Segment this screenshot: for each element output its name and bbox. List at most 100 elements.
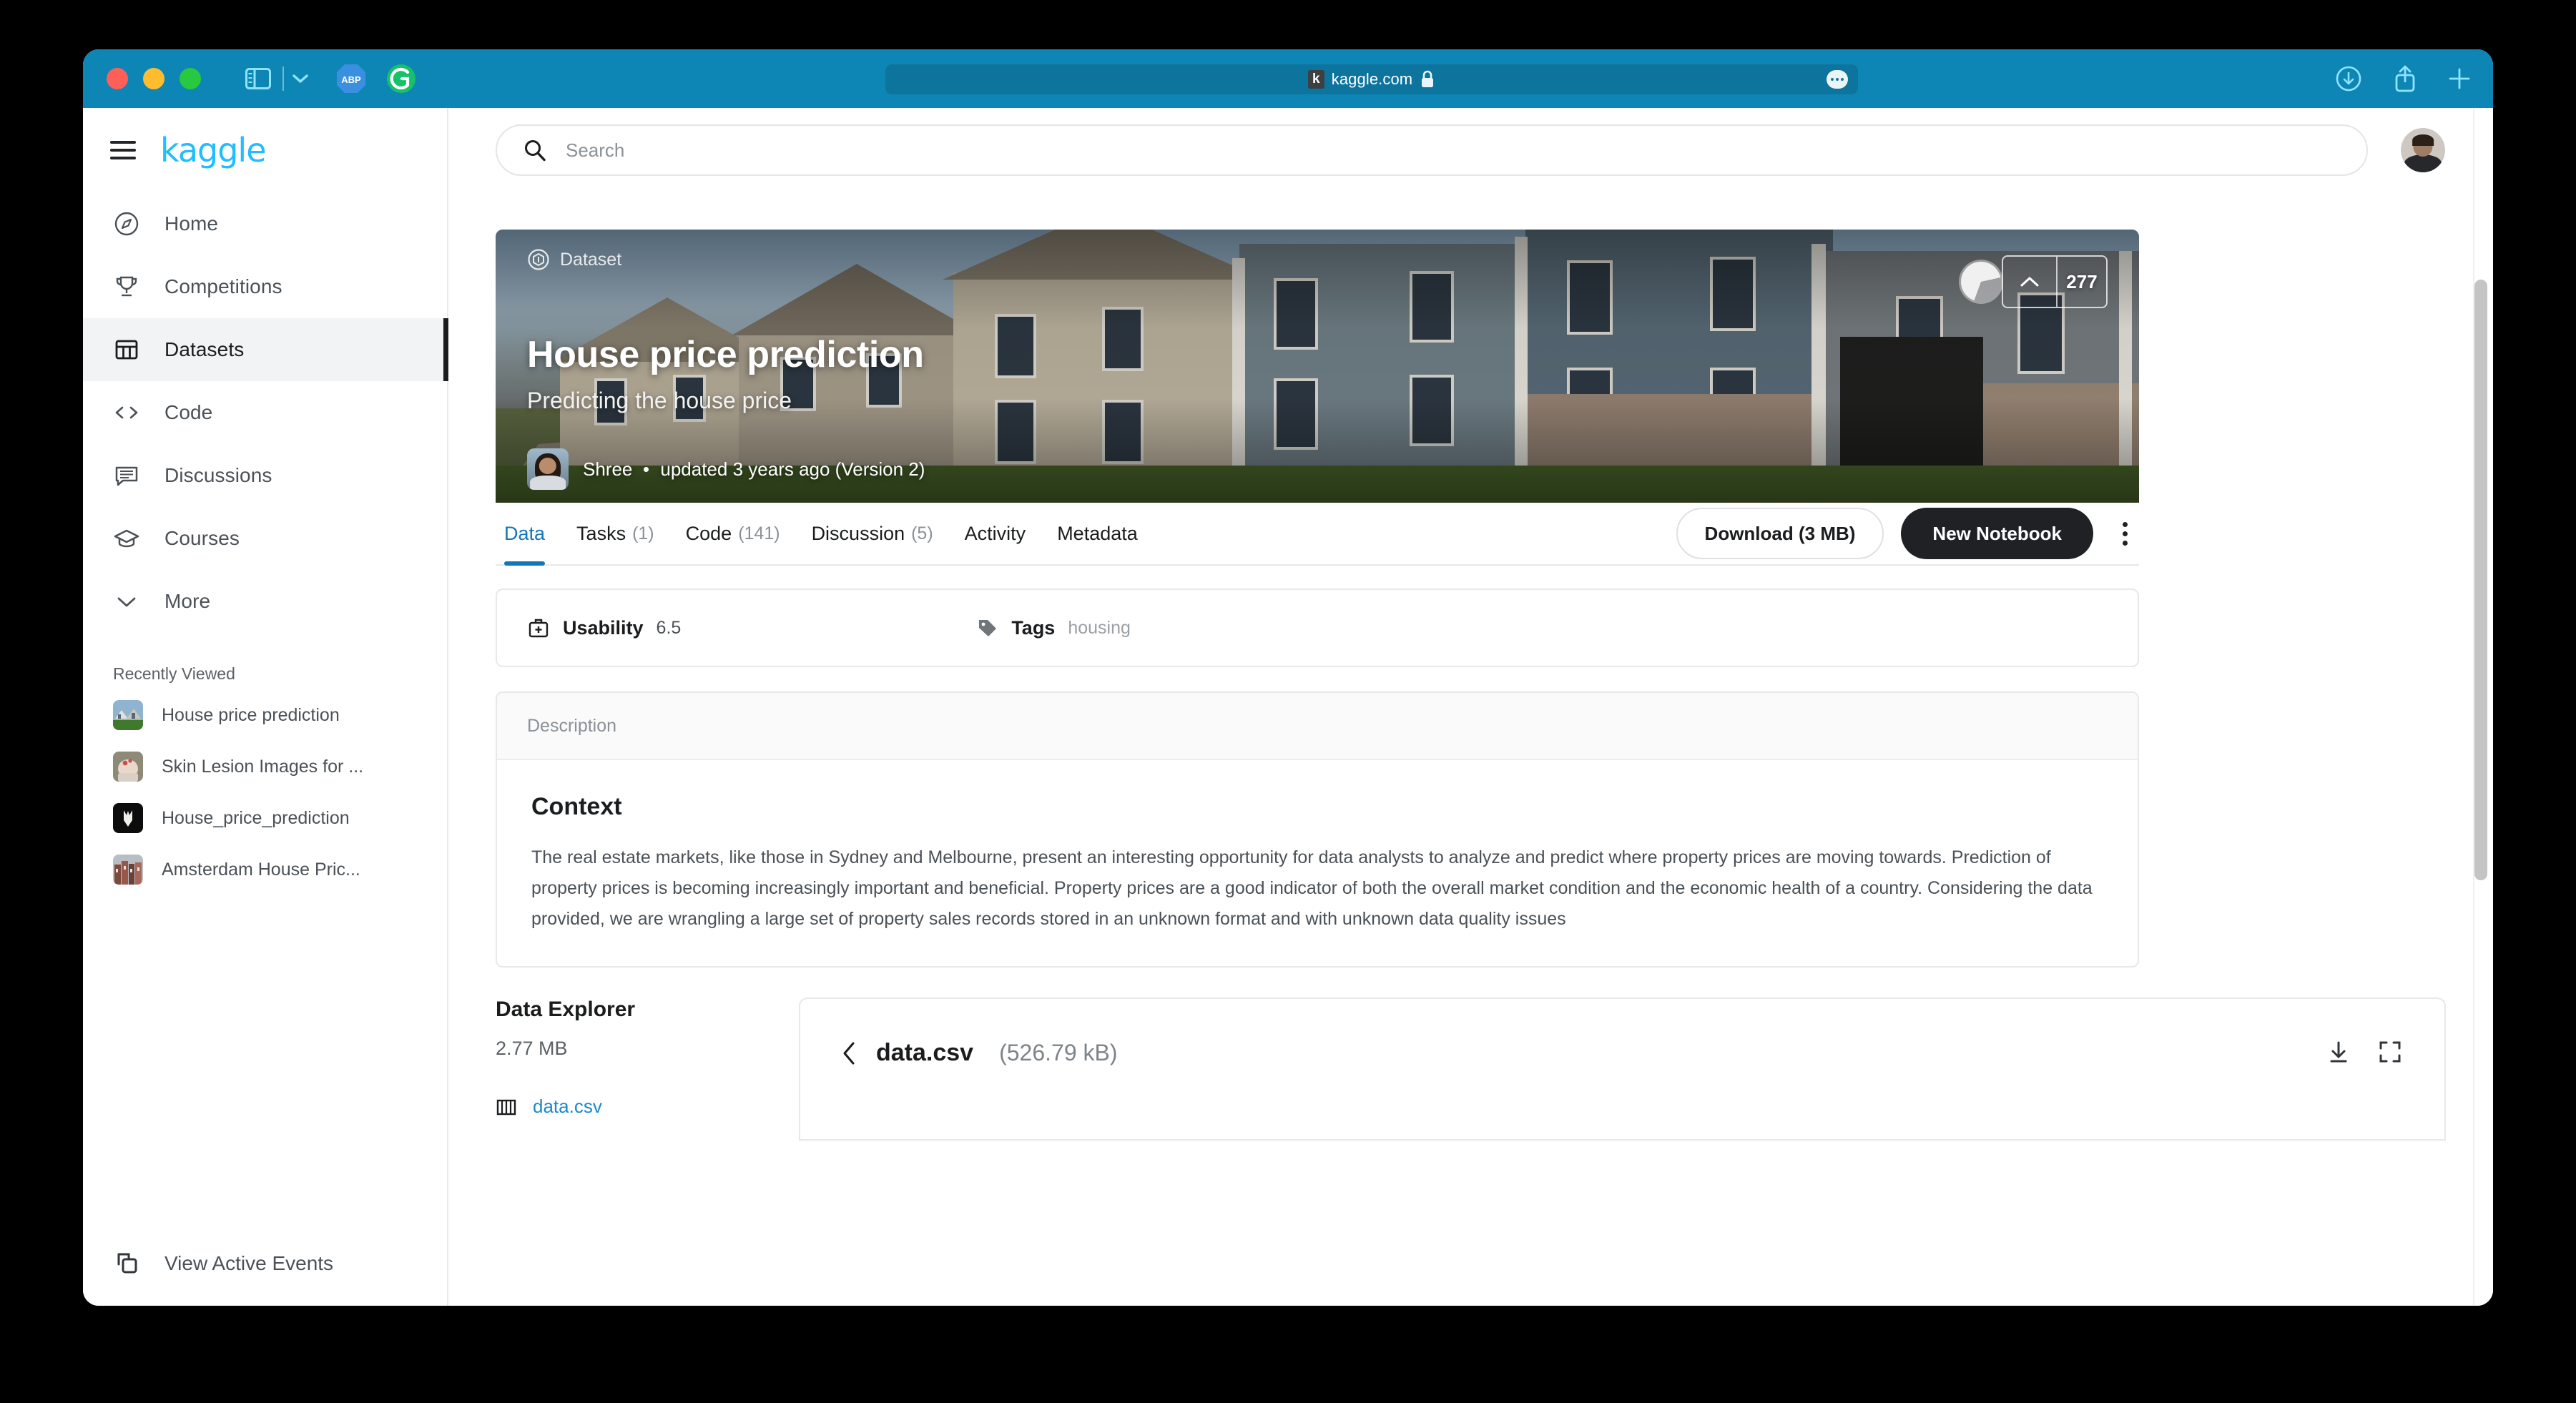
upvote-chevron-icon xyxy=(2003,273,2056,290)
file-name: data.csv xyxy=(876,1039,974,1066)
usability-label: Usability xyxy=(563,616,644,639)
site-favicon: k xyxy=(1307,70,1324,89)
fullscreen-icon[interactable] xyxy=(2377,1039,2403,1065)
view-active-events-button[interactable]: View Active Events xyxy=(83,1231,447,1296)
scrollbar-thumb[interactable] xyxy=(2474,280,2487,880)
page-scrollbar[interactable] xyxy=(2473,108,2489,1306)
dataset-actions: Download (3 MB) New Notebook xyxy=(1676,508,2139,559)
download-button[interactable]: Download (3 MB) xyxy=(1676,508,1884,559)
new-notebook-button[interactable]: New Notebook xyxy=(1901,508,2093,559)
dataset-hero-banner: Dataset House price prediction Predictin… xyxy=(496,230,2139,503)
page-menu-icon[interactable] xyxy=(1827,70,1848,89)
kaggle-logo[interactable]: kaggle xyxy=(160,131,266,169)
chevron-down-icon[interactable] xyxy=(291,72,310,85)
sidebar-item-label: Code xyxy=(164,401,213,423)
tab-activity[interactable]: Activity xyxy=(965,503,1026,564)
sidebar-brand-row: kaggle xyxy=(83,108,447,192)
sidebar-item-discussions[interactable]: Discussions xyxy=(83,444,447,507)
recent-item[interactable]: Skin Lesion Images for ... xyxy=(83,741,447,792)
sidebar-item-courses[interactable]: Courses xyxy=(83,507,447,570)
description-header: Description xyxy=(497,693,2138,760)
user-avatar[interactable] xyxy=(2401,128,2445,172)
layers-icon xyxy=(113,1250,140,1277)
owner-name[interactable]: Shree xyxy=(583,458,632,481)
dataset-thumbnail xyxy=(113,700,143,730)
code-brackets-icon xyxy=(113,399,140,426)
usability-gauge-icon xyxy=(1959,260,2003,304)
tab-label: Code xyxy=(685,522,732,544)
tab-discussion[interactable]: Discussion (5) xyxy=(812,503,933,564)
download-icon[interactable] xyxy=(2326,1039,2351,1065)
owner-meta: Shree updated 3 years ago (Version 2) xyxy=(583,458,925,481)
grammarly-extension-icon[interactable] xyxy=(385,63,417,94)
dataset-type-label: Dataset xyxy=(560,249,622,270)
share-icon[interactable] xyxy=(2393,64,2417,94)
adblock-extension-icon[interactable]: ABP xyxy=(335,63,367,94)
tag-chip[interactable]: housing xyxy=(1068,618,1131,639)
tab-tasks[interactable]: Tasks (1) xyxy=(576,503,654,564)
graduation-cap-icon xyxy=(113,525,140,552)
tags-label: Tags xyxy=(1011,616,1056,639)
usability-block[interactable]: Usability 6.5 xyxy=(527,616,681,639)
chrome-right-actions xyxy=(2334,49,2472,108)
browser-chrome: ABP k kaggle.com xyxy=(83,49,2493,108)
sidebar-item-label: More xyxy=(164,590,211,612)
search-icon xyxy=(523,138,547,162)
address-bar[interactable]: k kaggle.com xyxy=(885,64,1858,94)
chrome-divider xyxy=(282,67,284,91)
recently-viewed-header: Recently Viewed xyxy=(113,664,235,683)
tab-label: Tasks xyxy=(576,522,626,544)
minimize-window-button[interactable] xyxy=(143,68,164,89)
sidebar-toggle-icon[interactable] xyxy=(245,68,271,89)
tab-label: Activity xyxy=(964,522,1026,544)
sidebar-item-competitions[interactable]: Competitions xyxy=(83,255,447,318)
chevron-left-icon[interactable] xyxy=(840,1040,859,1067)
tab-metadata[interactable]: Metadata xyxy=(1057,503,1138,564)
new-tab-icon[interactable] xyxy=(2447,67,2472,91)
file-tree-item[interactable]: data.csv xyxy=(496,1096,799,1118)
top-bar: Search xyxy=(448,108,2493,192)
usability-value: 6.5 xyxy=(656,617,682,638)
owner-avatar[interactable] xyxy=(527,448,569,490)
hamburger-menu-icon[interactable] xyxy=(110,141,136,159)
file-preview-card: data.csv (526.79 kB) xyxy=(799,998,2446,1141)
url-text: kaggle.com xyxy=(1331,70,1413,88)
trophy-icon xyxy=(113,273,140,300)
sidebar-item-code[interactable]: Code xyxy=(83,381,447,444)
usability-icon xyxy=(527,616,550,639)
search-input[interactable]: Search xyxy=(496,124,2368,176)
recent-item[interactable]: Amsterdam House Pric... xyxy=(83,844,447,895)
file-preview-header: data.csv (526.79 kB) xyxy=(800,999,2444,1067)
sidebar-item-more[interactable]: More xyxy=(83,570,447,633)
sidebar-item-label: Discussions xyxy=(164,464,272,486)
search-placeholder: Search xyxy=(566,139,625,161)
tab-label: Data xyxy=(504,522,546,544)
sidebar-item-label: Courses xyxy=(164,527,240,549)
sidebar-item-datasets[interactable]: Datasets xyxy=(83,318,448,381)
compass-icon xyxy=(113,210,140,237)
sidebar-item-home[interactable]: Home xyxy=(83,192,447,255)
separator-dot xyxy=(644,466,649,472)
description-paragraph: The real estate markets, like those in S… xyxy=(531,847,2093,929)
close-window-button[interactable] xyxy=(107,68,128,89)
downloads-icon[interactable] xyxy=(2334,64,2363,93)
tags-block[interactable]: Tags housing xyxy=(977,617,1131,639)
dataset-type-badge: Dataset xyxy=(527,248,621,271)
description-card: Description Context The real estate mark… xyxy=(496,691,2139,968)
tab-data[interactable]: Data xyxy=(504,503,546,566)
main-content: Search Dataset House price prediction Pr… xyxy=(448,108,2493,1306)
kebab-menu-icon[interactable] xyxy=(2110,521,2139,546)
chevron-down-icon xyxy=(113,588,140,615)
recent-item[interactable]: House price prediction xyxy=(83,689,447,741)
tab-count: (141) xyxy=(738,523,780,543)
tab-code[interactable]: Code (141) xyxy=(686,503,780,564)
file-size: (526.79 kB) xyxy=(999,1040,1118,1065)
recent-item-label: Skin Lesion Images for ... xyxy=(162,756,364,777)
dataset-thumbnail xyxy=(113,752,143,782)
recent-item[interactable]: House_price_prediction xyxy=(83,792,447,844)
upvote-button[interactable]: 277 xyxy=(2002,255,2108,308)
description-body: Context The real estate markets, like th… xyxy=(497,760,2138,966)
vote-count: 277 xyxy=(2066,270,2098,292)
zoom-window-button[interactable] xyxy=(180,68,201,89)
file-preview-actions xyxy=(2326,1039,2403,1065)
